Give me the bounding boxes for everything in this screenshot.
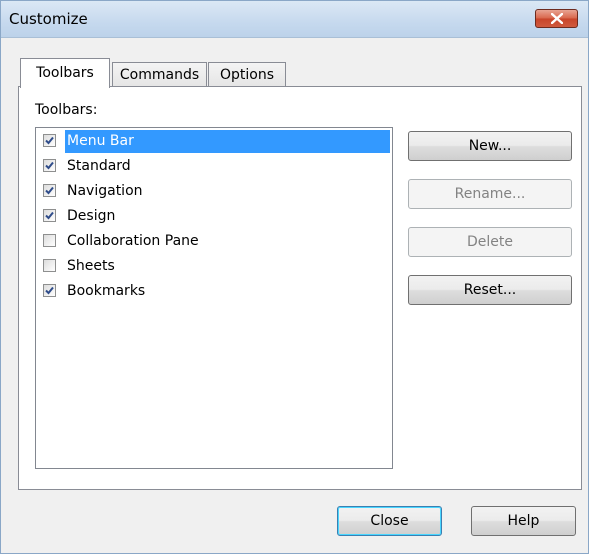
checkmark-icon [45,161,54,170]
reset-button-label: Reset... [463,282,517,298]
checkbox-navigation[interactable] [43,184,56,197]
toolbars-tab-panel: Toolbars: Menu Bar Standard Navigation D… [18,86,582,490]
window-title: Customize [9,10,88,28]
list-item-standard[interactable]: Standard [37,154,390,179]
checkmark-icon [45,136,54,145]
help-button-label: Help [507,513,540,529]
list-item-label: Bookmarks [67,283,146,299]
tab-toolbars[interactable]: Toolbars [20,58,110,88]
checkbox-menu-bar[interactable] [43,134,56,147]
help-button[interactable]: Help [471,506,576,536]
tab-options[interactable]: Options [208,62,286,88]
customize-dialog: Customize Toolbars Commands Options Tool… [0,0,589,554]
list-item-navigation[interactable]: Navigation [37,179,390,204]
list-item-label: Navigation [67,183,143,199]
close-button[interactable]: Close [337,506,442,536]
list-item-collaboration-pane[interactable]: Collaboration Pane [37,229,390,254]
new-button-label: New... [468,138,512,154]
list-item-bookmarks[interactable]: Bookmarks [37,279,390,304]
close-icon [551,13,563,24]
window-close-button[interactable] [535,9,578,28]
list-item-menu-bar[interactable]: Menu Bar [37,129,390,154]
list-item-label: Collaboration Pane [67,233,199,249]
tab-commands-label: Commands [119,67,200,83]
tab-toolbars-label: Toolbars [36,65,94,81]
checkbox-collaboration-pane[interactable] [43,234,56,247]
rename-button-label: Rename... [454,186,526,202]
checkmark-icon [45,286,54,295]
list-item-label: Standard [67,158,131,174]
tab-commands[interactable]: Commands [112,62,207,88]
rename-toolbar-button: Rename... [408,179,572,209]
list-item-sheets[interactable]: Sheets [37,254,390,279]
dialog-client-area: Toolbars Commands Options Toolbars: Menu… [1,38,588,553]
title-bar[interactable]: Customize [1,1,588,38]
checkmark-icon [45,211,54,220]
reset-toolbar-button[interactable]: Reset... [408,275,572,305]
new-toolbar-button[interactable]: New... [408,131,572,161]
checkmark-icon [45,186,54,195]
close-button-label: Close [370,513,409,529]
list-item-label: Menu Bar [65,130,390,153]
checkbox-bookmarks[interactable] [43,284,56,297]
list-item-label: Sheets [67,258,115,274]
delete-toolbar-button: Delete [408,227,572,257]
delete-button-label: Delete [467,234,513,250]
checkbox-design[interactable] [43,209,56,222]
list-item-label: Design [67,208,116,224]
tab-options-label: Options [219,67,275,83]
checkbox-standard[interactable] [43,159,56,172]
toolbars-listbox[interactable]: Menu Bar Standard Navigation Design Coll… [35,127,393,469]
list-item-design[interactable]: Design [37,204,390,229]
checkbox-sheets[interactable] [43,259,56,272]
toolbars-group-label: Toolbars: [35,102,98,118]
